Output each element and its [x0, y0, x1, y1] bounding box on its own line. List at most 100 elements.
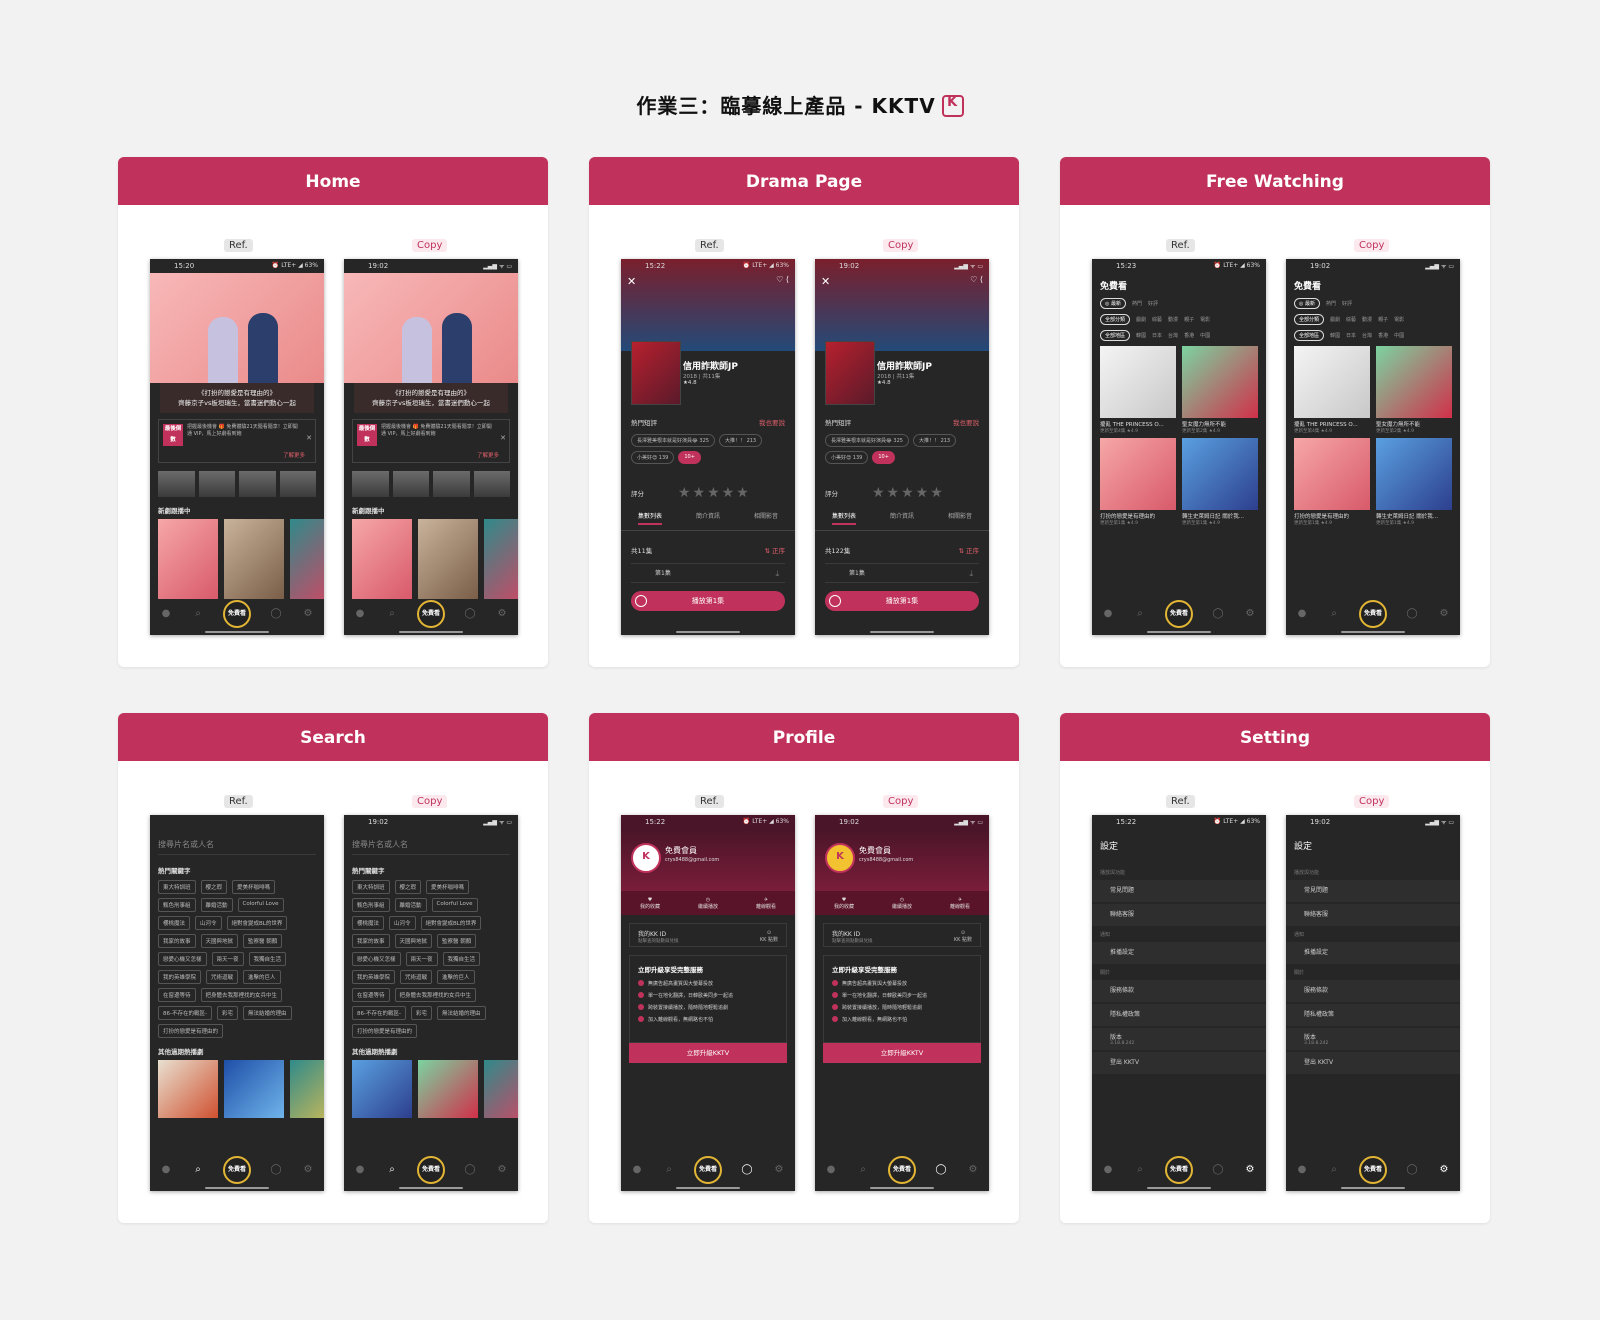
sort-option[interactable]: ◎ 最新: [1100, 297, 1126, 309]
category-thumb[interactable]: [239, 471, 276, 497]
gear-icon[interactable]: ⚙: [301, 1163, 315, 1177]
settings-item-faq[interactable]: 常見問題: [1092, 880, 1266, 902]
settings-item-push[interactable]: 推播設定: [1286, 942, 1460, 964]
tab-info[interactable]: 簡介資訊: [890, 511, 914, 525]
filter-option[interactable]: 綜藝: [1152, 316, 1162, 323]
tab-episodes[interactable]: 集數列表: [637, 511, 662, 525]
episode-item[interactable]: 第1集 ⤓: [825, 563, 979, 583]
poster[interactable]: [224, 1060, 284, 1118]
free-item[interactable]: 轉生史萊姆日記 關於我... 更新至第1集 ★4.9: [1376, 438, 1452, 526]
review-chip[interactable]: 小美好😍 139: [631, 451, 675, 464]
search-icon[interactable]: ⌕: [856, 1163, 870, 1177]
promo-more-link[interactable]: 了解更多: [477, 451, 499, 459]
filter-option[interactable]: 全部地區: [1100, 329, 1131, 341]
keyword-chip[interactable]: 甄色刑事組: [352, 898, 390, 912]
promo-more-link[interactable]: 了解更多: [283, 451, 305, 459]
play-button[interactable]: 播放第1集: [631, 591, 785, 611]
keyword-chip[interactable]: 在窗邊等待: [158, 988, 196, 1002]
keyword-chip[interactable]: 山河令: [389, 916, 416, 930]
keyword-chip[interactable]: 彩宅: [216, 1006, 238, 1020]
keyword-chip[interactable]: 天國與地獄: [394, 934, 433, 948]
keyword-chip[interactable]: 櫻桃魔法: [158, 916, 191, 930]
kkid-row[interactable]: 我的KK ID 點擊查詢點數與兌換 ⊙ KK 點數: [823, 923, 981, 947]
free-watch-button[interactable]: 免費看: [417, 600, 445, 628]
free-item[interactable]: 轉生史萊姆日記 關於我... 更新至第1集 ★4.9: [1182, 438, 1258, 526]
keyword-chip[interactable]: 進擊的巨人: [437, 970, 475, 984]
keyword-chip[interactable]: 我家的故事: [352, 934, 390, 948]
profile-icon[interactable]: ◯: [269, 607, 283, 621]
keyword-chip[interactable]: 無法結婚的理由: [436, 1006, 486, 1020]
settings-item-terms[interactable]: 服務條款: [1286, 980, 1460, 1002]
keyword-chip[interactable]: 我家的故事: [158, 934, 196, 948]
free-watch-button[interactable]: 免費看: [1359, 1156, 1387, 1184]
search-icon[interactable]: ⌕: [662, 1163, 676, 1177]
keyword-chip[interactable]: 甄色刑事組: [158, 898, 196, 912]
home-icon[interactable]: ●: [353, 1163, 367, 1177]
review-chip[interactable]: 長澤雅美根本就是好演員😂 325: [631, 434, 715, 447]
keyword-chip[interactable]: 彩宅: [410, 1006, 432, 1020]
keyword-chip[interactable]: 愛美杯咖啡嗎: [232, 880, 276, 894]
promo-box[interactable]: 最後倒數 把握最後機會 🎁 免費體驗21天隨看隨享！立即開通 VIP，馬上好劇看…: [158, 419, 316, 463]
keyword-chip[interactable]: 我的英雄學院: [158, 970, 202, 984]
category-thumb[interactable]: [279, 471, 316, 497]
review-chip[interactable]: 長澤雅美根本就是好演員😂 325: [825, 434, 909, 447]
keyword-chip[interactable]: 把身體去我那裡找的女兵中生: [394, 988, 477, 1002]
settings-item-push[interactable]: 推播設定: [1092, 942, 1266, 964]
poster[interactable]: [418, 519, 478, 599]
keyword-chip[interactable]: 戀愛心機又怎樣: [158, 952, 207, 966]
close-icon[interactable]: ✕: [821, 275, 830, 288]
review-chip-more[interactable]: 10+: [678, 451, 701, 464]
category-thumb[interactable]: [392, 471, 429, 497]
free-watch-button[interactable]: 免費看: [694, 1156, 722, 1184]
upgrade-button[interactable]: 立即升級KKTV: [823, 1043, 981, 1063]
review-chip-more[interactable]: 10+: [872, 451, 895, 464]
keyword-chip[interactable]: 我獨自生活: [248, 952, 287, 966]
download-icon[interactable]: ⤓: [775, 569, 779, 579]
review-chip[interactable]: 大推！！ 213: [912, 434, 957, 447]
gear-icon[interactable]: ⚙: [1243, 1163, 1257, 1177]
free-item[interactable]: 擾亂 THE PRINCESS O... 更新至第4集 ★4.9: [1100, 346, 1176, 434]
home-icon[interactable]: ●: [630, 1163, 644, 1177]
keyword-chip[interactable]: 山河令: [195, 916, 222, 930]
keyword-chip[interactable]: 櫻之瑕: [394, 880, 422, 894]
keyword-chip[interactable]: 離婚活動: [394, 898, 427, 912]
keyword-chip[interactable]: 兩天一夜: [211, 952, 244, 966]
poster[interactable]: [158, 1060, 218, 1118]
sort-order-button[interactable]: ⇅ 正序: [958, 545, 979, 555]
heart-share-icon[interactable]: ♡ ⟨: [970, 275, 983, 284]
filter-option[interactable]: 綜藝: [1346, 316, 1356, 323]
filter-option[interactable]: 韓國: [1330, 332, 1340, 339]
settings-item-privacy[interactable]: 隱私權政策: [1286, 1004, 1460, 1026]
category-thumb[interactable]: [433, 471, 470, 497]
tab-info[interactable]: 簡介資訊: [696, 511, 720, 525]
keyword-chip[interactable]: 絕對會變成BL的世界: [420, 916, 482, 930]
free-watch-button[interactable]: 免費看: [223, 600, 251, 628]
filter-option[interactable]: 電影: [1200, 316, 1210, 323]
poster[interactable]: [484, 1060, 518, 1118]
filter-option[interactable]: 香港: [1378, 332, 1388, 339]
home-icon[interactable]: ●: [1295, 1163, 1309, 1177]
promo-box[interactable]: 最後倒數 把握最後機會 🎁 免費體驗21天隨看隨享！立即開通 VIP，馬上好劇看…: [352, 419, 510, 463]
category-thumb[interactable]: [198, 471, 235, 497]
keyword-chip[interactable]: 打扮的戀愛是有理由的: [158, 1024, 224, 1038]
home-icon[interactable]: ●: [353, 607, 367, 621]
poster[interactable]: [158, 519, 218, 599]
poster[interactable]: [290, 1060, 324, 1118]
tab-related[interactable]: 相關影音: [948, 511, 972, 525]
keyword-chip[interactable]: 櫻桃魔法: [352, 916, 385, 930]
review-chip[interactable]: 小美好😍 139: [825, 451, 869, 464]
keyword-chip[interactable]: 咒術迴戰: [400, 970, 433, 984]
settings-item-support[interactable]: 聯絡客服: [1286, 904, 1460, 926]
close-icon[interactable]: ✕: [500, 434, 506, 442]
close-icon[interactable]: ✕: [306, 434, 312, 442]
free-item[interactable]: 聖女魔力無所不能 更新至第2集 ★4.9: [1376, 346, 1452, 434]
search-icon[interactable]: ⌕: [191, 1163, 205, 1177]
keyword-chip[interactable]: 絕對會變成BL的世界: [226, 916, 288, 930]
free-watch-button[interactable]: 免費看: [1165, 600, 1193, 628]
keyword-chip[interactable]: 兩天一夜: [405, 952, 438, 966]
gear-icon[interactable]: ⚙: [1437, 1163, 1451, 1177]
filter-option[interactable]: 韓國: [1136, 332, 1146, 339]
keyword-chip[interactable]: 愛美杯咖啡嗎: [426, 880, 470, 894]
settings-item-logout[interactable]: 登出 KKTV: [1286, 1052, 1460, 1074]
sort-option[interactable]: 熱門: [1132, 300, 1142, 307]
